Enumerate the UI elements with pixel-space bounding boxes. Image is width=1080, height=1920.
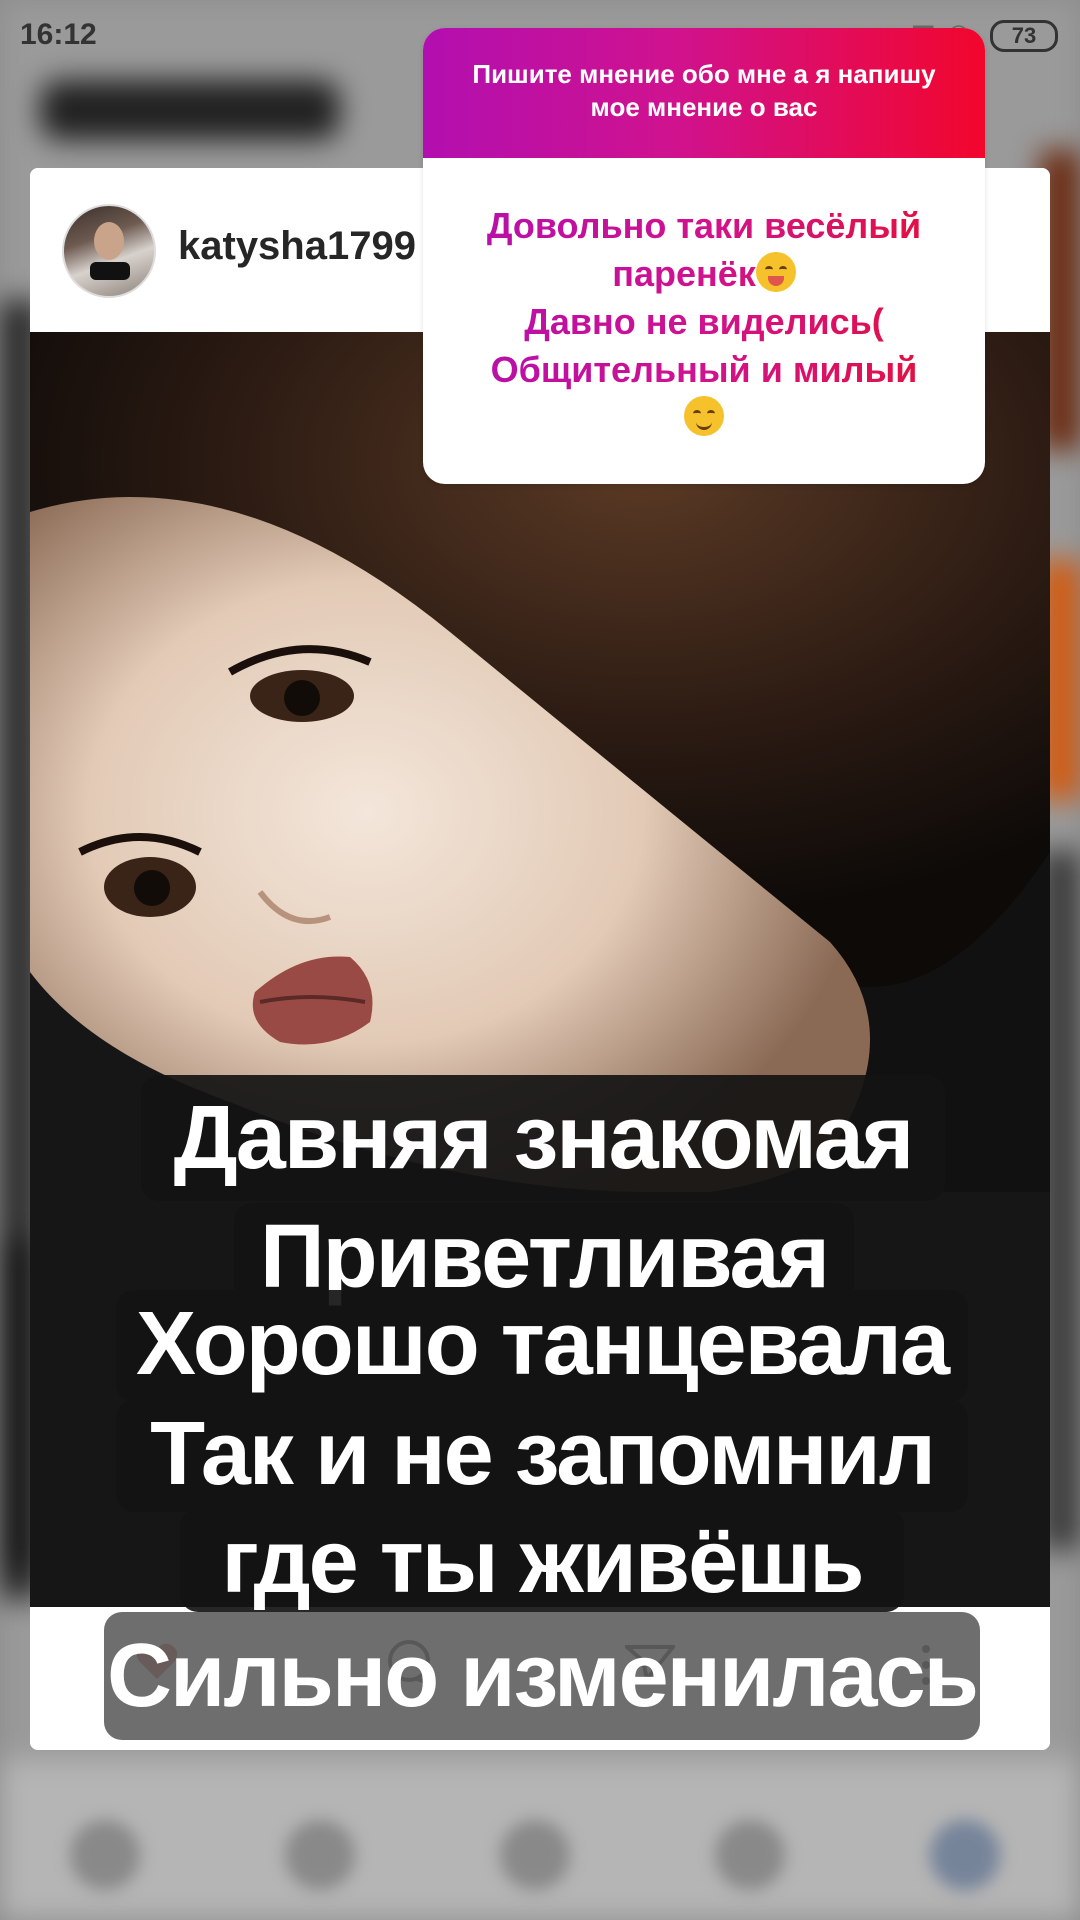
search-icon[interactable] [285, 1820, 355, 1890]
answer-emoji-line [447, 394, 961, 442]
caption-line: Так и не запомнил [116, 1400, 968, 1512]
bottom-navigation [0, 1770, 1080, 1920]
avatar[interactable] [62, 204, 156, 298]
answer-line-with-emoji: паренёк [447, 250, 961, 298]
caption-line: Сильно изменилась [104, 1612, 980, 1740]
answer-line: Давно не виделись( [524, 301, 884, 342]
caption-line: Давняя знакомая [141, 1075, 945, 1201]
smiling-emoji-icon [684, 396, 724, 436]
profile-icon[interactable] [930, 1820, 1000, 1890]
activity-icon[interactable] [715, 1820, 785, 1890]
post-username[interactable]: katysha1799 [178, 224, 416, 269]
answer-line: Общительный и милый [490, 349, 918, 390]
question-sticker: Пишите мнение обо мне а я напишу мое мне… [423, 28, 985, 484]
tongue-emoji-icon [755, 252, 796, 292]
status-time: 16:12 [20, 18, 97, 51]
answer-line: паренёк [612, 253, 756, 294]
caption-line: где ты живёшь [180, 1508, 904, 1612]
home-icon[interactable] [70, 1820, 140, 1890]
question-answer: Довольно таки весёлый паренёк Давно не в… [423, 158, 985, 442]
battery-indicator: 73 [990, 20, 1058, 52]
question-prompt: Пишите мнение обо мне а я напишу мое мне… [423, 28, 985, 158]
add-icon[interactable] [500, 1820, 570, 1890]
caption-line: Хорошо танцевала [116, 1290, 968, 1402]
answer-line: Довольно таки весёлый [486, 205, 922, 246]
